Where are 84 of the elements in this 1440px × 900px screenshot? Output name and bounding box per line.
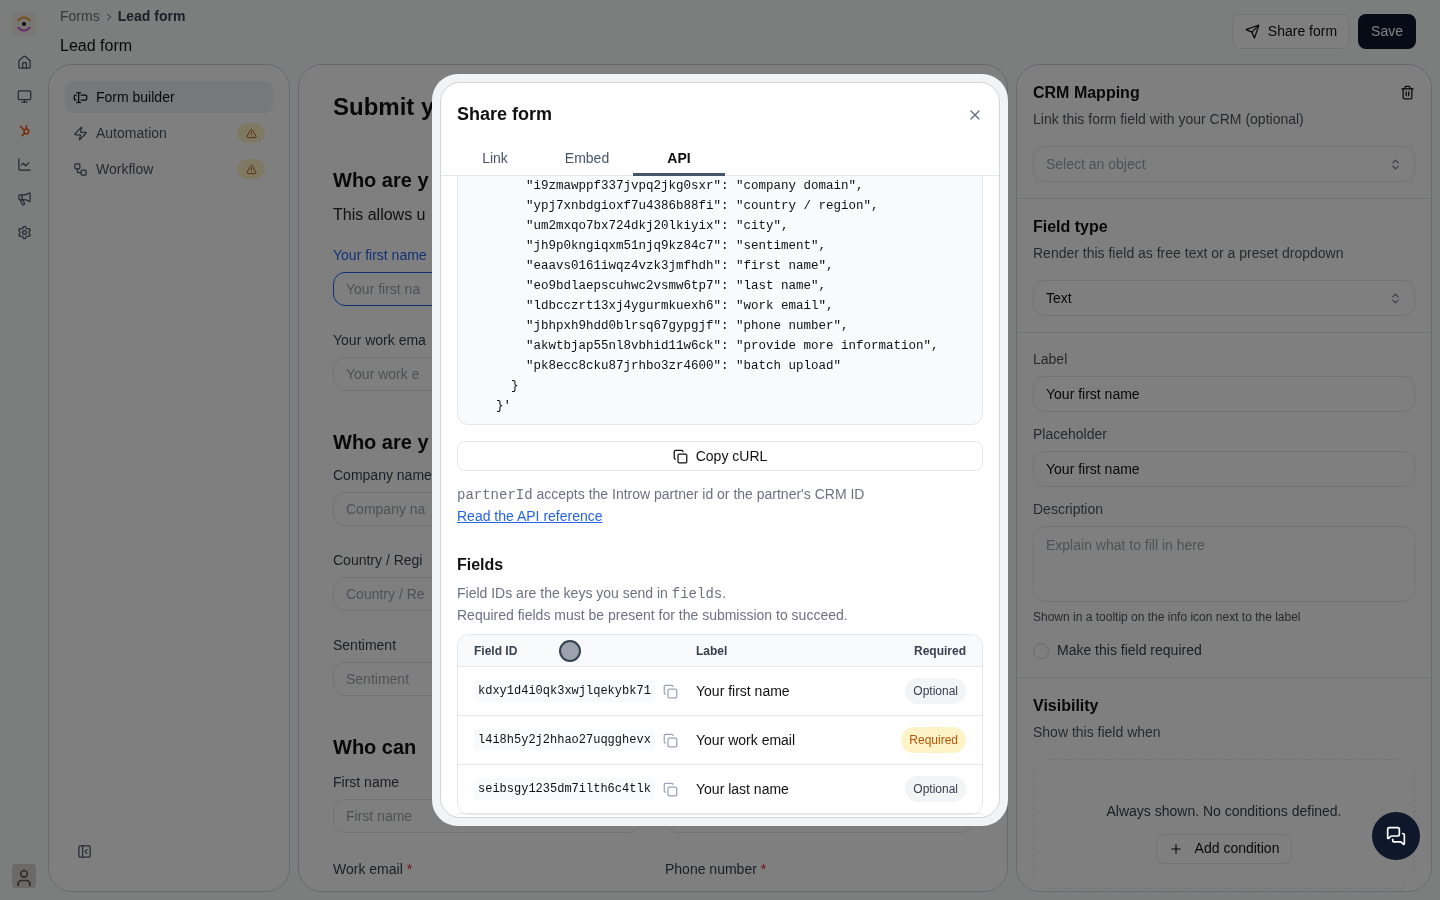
page-title: Lead form bbox=[60, 36, 134, 56]
field-label-cell-text: Your last name bbox=[696, 779, 790, 799]
field-label: First name bbox=[333, 773, 400, 792]
home-icon[interactable] bbox=[16, 55, 32, 70]
copy-curl-button[interactable]: Copy cURL bbox=[457, 441, 983, 471]
dialog-tab[interactable]: Embed bbox=[541, 144, 633, 176]
share-form-button[interactable]: Share form bbox=[1231, 14, 1351, 49]
input-cursor-icon bbox=[73, 89, 88, 105]
field-label: Label bbox=[1033, 350, 1069, 369]
copy-icon[interactable] bbox=[662, 683, 678, 699]
collapse-sidebar-icon[interactable] bbox=[77, 844, 92, 859]
plus-icon bbox=[1168, 841, 1183, 856]
section-subtitle: Link this form field with your CRM (optional) bbox=[1033, 110, 1305, 129]
api-reference-link[interactable]: Read the API reference bbox=[457, 506, 603, 527]
send-icon bbox=[1244, 24, 1260, 39]
field-label: Sentiment bbox=[333, 636, 397, 655]
save-button[interactable]: Save bbox=[1358, 14, 1416, 49]
nav-item[interactable]: Workflow bbox=[65, 153, 273, 185]
field-label-cell-text: Your work email bbox=[696, 730, 797, 750]
logo-icon[interactable] bbox=[12, 12, 36, 36]
section-heading: Who can bbox=[333, 735, 417, 760]
fields-heading: Fields bbox=[457, 555, 505, 575]
chevrons-up-down-icon bbox=[1389, 157, 1402, 171]
requirement-badge: Required bbox=[901, 727, 966, 753]
field-hint: Shown in a tooltip on the info icon next to the label bbox=[1033, 609, 1302, 626]
field-label: Phone number bbox=[665, 860, 757, 879]
breadcrumb-link[interactable]: Lead form bbox=[117, 6, 186, 27]
copy-icon[interactable] bbox=[662, 732, 678, 748]
warning-icon bbox=[245, 163, 257, 175]
chevrons-up-down-icon bbox=[1389, 291, 1402, 305]
column-header: Label bbox=[696, 642, 728, 660]
settings-input[interactable]: Your first name bbox=[1033, 451, 1415, 487]
add-condition-button[interactable]: Add condition bbox=[1155, 833, 1293, 864]
column-header: Field ID bbox=[474, 642, 518, 660]
checkbox-label: Make this field required bbox=[1057, 641, 1202, 660]
code-block: "i9zmawppf337jvpq2jkg0sxr": "company domain", "ypj7xnbdgioxf7u4386b88fi": "country / region", "um2mxqo7bx724dkj20lkiyix": "city", "jh9p0kngiqxm51njq9kz84c7": "sentiment", "eaavs0161iwqz4vzk3jmfhdh": "first name", "eo9bdlaepscuhwc2vsmw6tp7": "last name", "ldbcczrt13xj4ygurmkuexh6": "work email", "jbhpxh9hdd0blrsq67gypgjf": "phone number", "akwtbjap55nl8vbhid11w6ck": "provide more information", "pk8ecc8cku87jrhbo3zr4600": "batch upload" } }' bbox=[457, 176, 983, 425]
nav-item[interactable]: Form builder bbox=[65, 81, 273, 113]
dialog-title: Share form bbox=[457, 103, 553, 126]
field-label: Placeholder bbox=[1033, 425, 1108, 444]
settings-icon[interactable] bbox=[16, 225, 32, 240]
fields-description: Required fields must be present for the submission to succeed. bbox=[457, 606, 849, 625]
field-label: Your first name bbox=[333, 246, 427, 265]
megaphone-icon[interactable] bbox=[16, 191, 32, 206]
copy-icon[interactable] bbox=[662, 781, 678, 797]
select-field[interactable]: Text bbox=[1033, 280, 1415, 316]
delete-icon[interactable] bbox=[1400, 85, 1415, 100]
section-subtitle: Render this field as free text or a preset dropdown bbox=[1033, 244, 1345, 263]
nav-item[interactable]: Automation bbox=[65, 117, 273, 149]
workflow-icon bbox=[73, 161, 88, 177]
partner-id-note: partnerId accepts the Introw partner id or the partner's CRM ID bbox=[457, 485, 866, 505]
required-asterisk: * bbox=[406, 860, 413, 879]
breadcrumb-link[interactable]: Forms bbox=[60, 6, 100, 27]
field-label-cell-text: Your first name bbox=[696, 681, 791, 701]
section-heading: Who are y bbox=[333, 168, 429, 193]
field-label: Description bbox=[1033, 500, 1105, 519]
avatar[interactable] bbox=[12, 864, 36, 888]
requirement-badge: Optional bbox=[905, 678, 966, 704]
field-label: Your work ema bbox=[333, 331, 426, 350]
required-asterisk: * bbox=[760, 860, 767, 879]
field-id: l4i8h5y2j2hhao27uqgghevx bbox=[474, 729, 655, 751]
field-id: seibsgy1235dm7ilth6c4tlk bbox=[474, 778, 655, 800]
requirement-badge: Optional bbox=[905, 776, 966, 802]
section-title: Visibility bbox=[1033, 696, 1100, 716]
chat-icon bbox=[1386, 826, 1406, 846]
empty-state-text: Always shown. No conditions defined. bbox=[1106, 801, 1342, 821]
fields-description: Field IDs are the keys you send in fields. bbox=[457, 584, 728, 604]
field-label: Country / Regi bbox=[333, 551, 423, 570]
field-label: Work email bbox=[333, 860, 403, 879]
section-title: CRM Mapping bbox=[1033, 83, 1140, 103]
field-id: kdxy1d4i0qk3xwjlqekybk71 bbox=[474, 680, 655, 702]
hub-icon[interactable] bbox=[16, 123, 32, 138]
dialog-tab[interactable]: Link bbox=[449, 144, 541, 176]
lightning-icon bbox=[73, 125, 88, 141]
section-heading: Who are y bbox=[333, 430, 429, 455]
section-subtitle: Show this field when bbox=[1033, 723, 1162, 742]
field-label: Company name bbox=[333, 466, 432, 485]
column-header: Required bbox=[914, 642, 966, 660]
monitor-icon[interactable] bbox=[16, 89, 32, 104]
chart-icon[interactable] bbox=[16, 157, 32, 172]
warning-icon bbox=[245, 127, 257, 139]
copy-icon bbox=[672, 448, 688, 464]
settings-input[interactable]: Your first name bbox=[1033, 376, 1415, 412]
section-title: Field type bbox=[1033, 217, 1108, 237]
section-description: This allows u bbox=[333, 205, 426, 225]
